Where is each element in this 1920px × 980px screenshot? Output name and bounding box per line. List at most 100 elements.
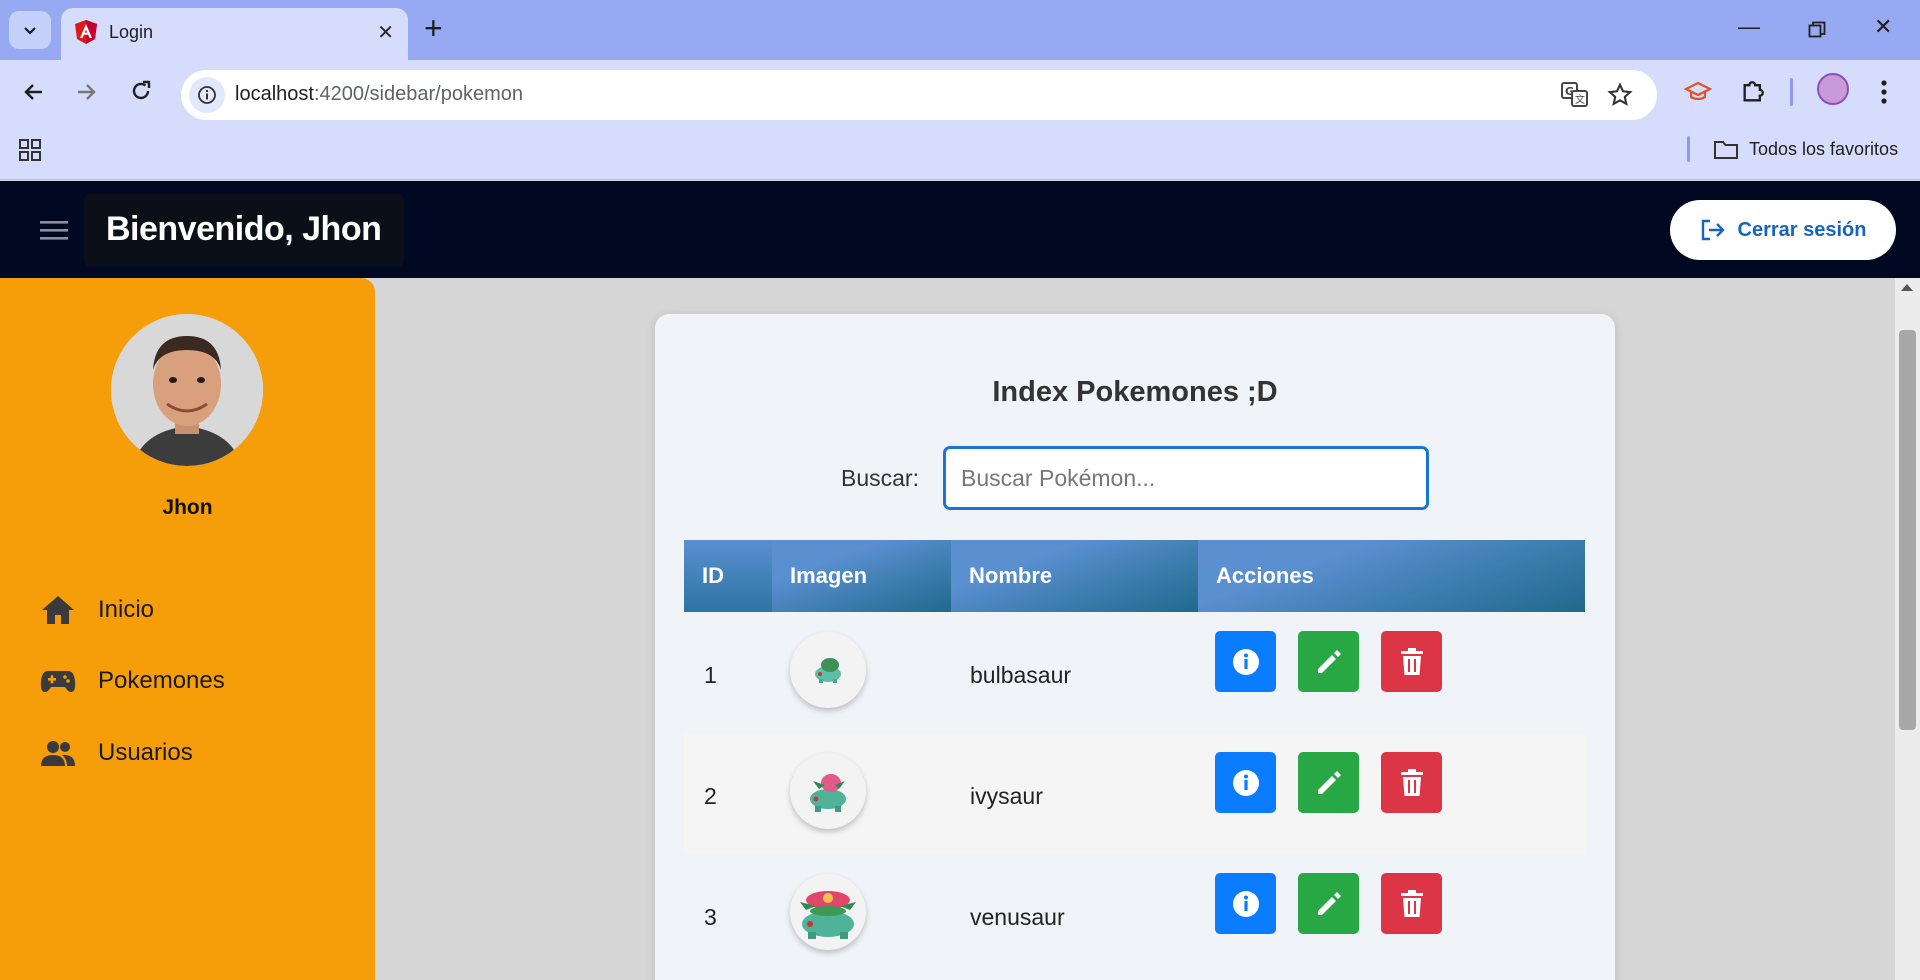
table-row: 2 ivysaur	[684, 733, 1585, 854]
search-input[interactable]	[943, 446, 1429, 510]
pokemon-sprite	[790, 632, 866, 708]
pokemon-id: 2	[704, 783, 717, 809]
pokemon-table: ID Imagen Nombre Acciones 1 bulbasaur 2 …	[684, 540, 1585, 975]
close-window-icon[interactable]: ✕	[1874, 14, 1892, 40]
chevron-down-icon	[24, 27, 36, 35]
minimize-icon[interactable]: —	[1738, 14, 1760, 40]
delete-button[interactable]	[1381, 631, 1442, 692]
url-text[interactable]: localhost:4200/sidebar/pokemon	[235, 83, 523, 106]
url-path: :4200/sidebar/pokemon	[313, 83, 523, 105]
graduation-cap-extension-icon[interactable]	[1684, 80, 1712, 104]
bookmarks-divider	[1687, 136, 1690, 162]
translate-icon[interactable]: G 文	[1561, 82, 1589, 108]
column-header-nombre: Nombre	[951, 540, 1198, 612]
logout-button[interactable]: Cerrar sesión	[1670, 200, 1896, 260]
sidebar-item-label: Inicio	[98, 596, 155, 623]
welcome-banner: Bienvenido, Jhon	[84, 194, 404, 266]
sidebar-item-usuarios[interactable]: Usuarios	[40, 738, 193, 768]
column-header-id: ID	[684, 540, 772, 612]
sidebar-item-pokemones[interactable]: Pokemones	[40, 666, 225, 696]
home-icon	[42, 596, 74, 624]
delete-button[interactable]	[1381, 752, 1442, 813]
pokemon-name: venusaur	[970, 904, 1065, 930]
page-scrollbar[interactable]	[1895, 278, 1920, 980]
reload-icon[interactable]	[129, 79, 153, 103]
welcome-title: Bienvenido, Jhon	[106, 210, 382, 248]
pokemon-id: 3	[704, 904, 717, 930]
toolbar-divider	[1790, 78, 1793, 106]
trash-icon	[1400, 889, 1423, 917]
browser-tab-strip: Login ✕ + — ✕	[0, 0, 1920, 60]
all-bookmarks-folder[interactable]: Todos los favoritos	[1713, 138, 1898, 160]
pokemon-sprite	[790, 874, 866, 950]
sidebar-item-inicio[interactable]: Inicio	[40, 594, 154, 626]
browser-tab-active[interactable]: Login ✕	[61, 8, 408, 60]
info-icon	[1232, 890, 1259, 917]
bookmarks-bar: Todos los favoritos	[0, 124, 1920, 180]
extensions-puzzle-icon[interactable]	[1740, 77, 1768, 105]
browser-toolbar: localhost:4200/sidebar/pokemon G 文	[0, 60, 1920, 124]
forward-arrow-icon[interactable]	[74, 80, 98, 104]
angular-logo-icon	[75, 20, 97, 44]
pencil-icon	[1317, 770, 1341, 794]
edit-button[interactable]	[1298, 873, 1359, 934]
all-bookmarks-label: Todos los favoritos	[1749, 138, 1899, 159]
edit-button[interactable]	[1298, 752, 1359, 813]
more-options-icon[interactable]	[1880, 79, 1888, 105]
apps-grid-icon[interactable]	[18, 138, 42, 162]
sidebar-item-label: Pokemones	[98, 667, 225, 694]
table-row: 3 venusaur	[684, 854, 1585, 975]
venusaur-sprite-icon	[800, 891, 856, 939]
pencil-icon	[1317, 649, 1341, 673]
info-button[interactable]	[1215, 631, 1276, 692]
pokemon-sprite	[790, 753, 866, 829]
pokemon-name: ivysaur	[970, 783, 1043, 809]
tab-title: Login	[109, 22, 154, 42]
logout-icon	[1701, 219, 1725, 241]
app-header: Bienvenido, Jhon Cerrar sesión	[0, 181, 1920, 278]
info-icon	[1232, 769, 1259, 796]
users-icon	[41, 741, 75, 766]
pokemon-id: 1	[704, 662, 717, 688]
trash-icon	[1400, 647, 1423, 675]
logout-label: Cerrar sesión	[1737, 218, 1867, 241]
svg-text:文: 文	[1575, 93, 1585, 106]
user-portrait-icon	[111, 314, 263, 466]
scroll-thumb[interactable]	[1899, 330, 1916, 730]
delete-button[interactable]	[1381, 873, 1442, 934]
profile-name: Jhon	[162, 496, 213, 519]
sidebar-item-label: Usuarios	[98, 739, 193, 766]
url-host: localhost	[235, 83, 314, 105]
bulbasaur-sprite-icon	[815, 658, 841, 683]
restore-icon[interactable]	[1808, 21, 1826, 39]
ivysaur-sprite-icon	[810, 774, 846, 812]
gamepad-icon	[40, 671, 76, 692]
hamburger-menu-icon[interactable]	[40, 219, 68, 241]
profile-avatar-icon[interactable]	[1817, 73, 1849, 105]
address-bar[interactable]: localhost:4200/sidebar/pokemon G 文	[181, 70, 1657, 120]
info-icon	[1232, 648, 1259, 675]
page-title: Index Pokemones ;D	[992, 376, 1278, 408]
column-header-imagen: Imagen	[772, 540, 951, 612]
site-info-icon[interactable]	[189, 77, 225, 113]
search-label: Buscar:	[841, 465, 919, 491]
info-button[interactable]	[1215, 752, 1276, 813]
tab-close-icon[interactable]: ✕	[377, 20, 394, 45]
new-tab-plus-icon[interactable]: +	[424, 12, 443, 44]
pokemon-index-card: Index Pokemones ;D Buscar: ID Imagen Nom…	[655, 314, 1615, 980]
profile-photo	[111, 314, 263, 466]
folder-icon	[1714, 141, 1738, 159]
column-header-acciones: Acciones	[1198, 540, 1585, 612]
scroll-up-arrow-icon[interactable]	[1901, 284, 1913, 291]
table-header: ID Imagen Nombre Acciones	[684, 540, 1585, 612]
info-button[interactable]	[1215, 873, 1276, 934]
edit-button[interactable]	[1298, 631, 1359, 692]
back-arrow-icon[interactable]	[22, 80, 46, 104]
pencil-icon	[1317, 891, 1341, 915]
bookmark-star-icon[interactable]	[1607, 82, 1633, 108]
sidebar: Jhon Inicio Pokemones Usuarios	[0, 278, 375, 980]
table-row: 1 bulbasaur	[684, 612, 1585, 733]
trash-icon	[1400, 768, 1423, 796]
pokemon-name: bulbasaur	[970, 662, 1072, 688]
tab-search-button[interactable]	[9, 11, 51, 49]
